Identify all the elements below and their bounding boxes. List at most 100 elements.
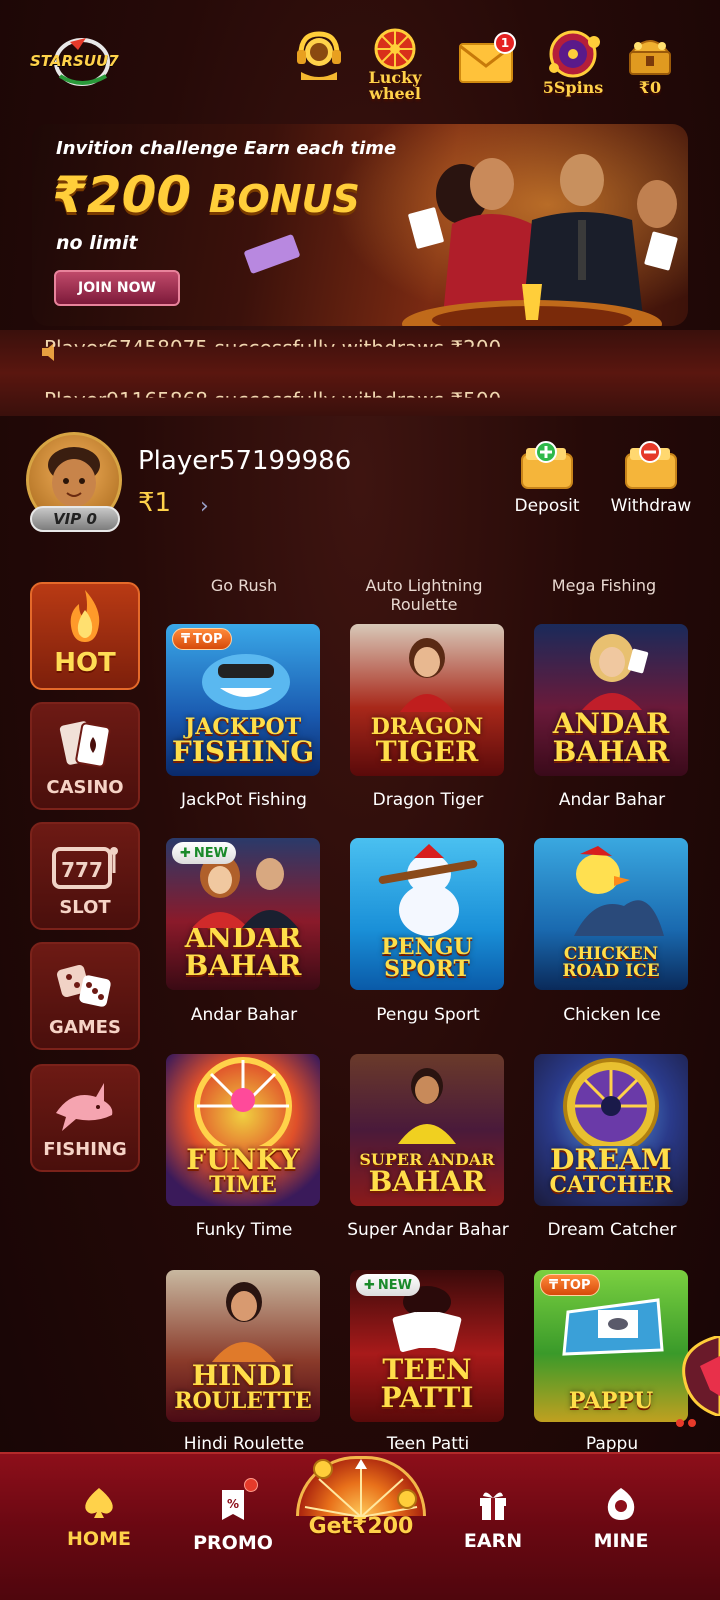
game-tile-andar-bahar[interactable]: ANDAR BAHAR bbox=[534, 624, 688, 776]
game-name[interactable]: Teen Patti bbox=[338, 1434, 518, 1454]
get-bonus-wheel[interactable] bbox=[296, 1456, 426, 1518]
prev-game-name-2[interactable]: Auto Lightning Roulette bbox=[344, 576, 504, 614]
tile-title-line2: ROAD ICE bbox=[562, 961, 660, 981]
game-name[interactable]: Pappu bbox=[522, 1434, 702, 1454]
deposit-wallet-icon bbox=[521, 441, 573, 489]
treasure-label: ₹0 bbox=[638, 78, 662, 97]
tile-title-line2: PATTI bbox=[380, 1381, 474, 1414]
category-hot[interactable]: HOT bbox=[30, 582, 140, 690]
dealer-art-icon bbox=[400, 638, 454, 712]
new-badge-label: NEW bbox=[193, 845, 229, 861]
game-tile-super-andar-bahar[interactable]: SUPER ANDAR BAHAR bbox=[350, 1054, 504, 1206]
nav-earn[interactable]: EARN bbox=[438, 1488, 548, 1552]
nav-mine[interactable]: MINE bbox=[566, 1488, 676, 1552]
game-tile-pengu-sport[interactable]: PENGU SPORT bbox=[350, 838, 504, 990]
tile-title-line2: BAHAR bbox=[552, 735, 670, 768]
nav-home-label: HOME bbox=[67, 1528, 131, 1550]
game-tile-chicken-ice[interactable]: CHICKEN ROAD ICE bbox=[534, 838, 688, 990]
category-casino[interactable]: CASINO bbox=[30, 702, 140, 810]
tile-title-line2: BAHAR bbox=[184, 949, 302, 982]
tile-title: ANDAR BAHAR bbox=[185, 924, 302, 980]
deposit-button[interactable]: Deposit bbox=[492, 440, 602, 530]
yeti-art-icon bbox=[378, 844, 478, 936]
tile-title-line2: FISHING bbox=[171, 735, 315, 768]
game-tile-pappu[interactable]: ₸ TOP PAPPU bbox=[534, 1270, 688, 1422]
tile-title-line2: TIME bbox=[209, 1172, 277, 1198]
game-name[interactable]: Super Andar Bahar bbox=[338, 1220, 518, 1240]
game-name[interactable]: Dragon Tiger bbox=[338, 790, 518, 810]
game-tile-dragon-tiger[interactable]: DRAGON TIGER bbox=[350, 624, 504, 776]
prev-game-name-1[interactable]: Go Rush bbox=[164, 576, 324, 595]
category-slot[interactable]: 777 SLOT bbox=[30, 822, 140, 930]
game-name[interactable]: Dream Catcher bbox=[522, 1220, 702, 1240]
game-tile-dream-catcher[interactable]: DREAM CATCHER bbox=[534, 1054, 688, 1206]
treasure-chest-icon bbox=[629, 40, 671, 75]
game-tile-andar-bahar-new[interactable]: ✚ NEW ANDAR BAHAR bbox=[166, 838, 320, 990]
pagination-dots bbox=[676, 1412, 700, 1431]
spade-icon bbox=[85, 1488, 113, 1518]
join-now-button[interactable]: JOIN NOW bbox=[54, 270, 180, 306]
game-name[interactable]: Chicken Ice bbox=[522, 1005, 702, 1025]
tile-title-line2: BAHAR bbox=[368, 1165, 486, 1198]
lucky-wheel-label-2: wheel bbox=[369, 84, 421, 103]
nav-home[interactable]: HOME bbox=[44, 1488, 154, 1550]
marquee-item-1: Player67458075 successfully withdraws ₹2… bbox=[44, 336, 502, 360]
withdraw-label: Withdraw bbox=[610, 496, 692, 516]
top-badge-label: TOP bbox=[193, 631, 223, 647]
game-tile-hindi-roulette[interactable]: HINDI ROULETTE bbox=[166, 1270, 320, 1422]
new-badge: ✚ NEW bbox=[172, 842, 237, 864]
game-tile-jackpot-fishing[interactable]: ₸ TOP JACKPOT FISHING bbox=[166, 624, 320, 776]
category-games-label: GAMES bbox=[49, 1017, 121, 1038]
dealer-art-icon bbox=[212, 1282, 276, 1362]
withdraw-button[interactable]: Withdraw bbox=[596, 440, 706, 530]
banner-headline: Invition challenge Earn each time bbox=[56, 138, 397, 159]
balance-value[interactable]: ₹1 bbox=[138, 488, 171, 518]
game-name[interactable]: Funky Time bbox=[154, 1220, 334, 1240]
deposit-label: Deposit bbox=[514, 496, 580, 516]
game-tile-funky-time[interactable]: FUNKY TIME bbox=[166, 1054, 320, 1206]
game-name[interactable]: Andar Bahar bbox=[154, 1005, 334, 1025]
promo-notification-dot bbox=[244, 1478, 258, 1492]
spins-button[interactable]: 5Spins bbox=[534, 28, 612, 112]
game-tile-teen-patti[interactable]: ✚ NEW TEEN PATTI bbox=[350, 1270, 504, 1422]
promo-banner[interactable]: Invition challenge Earn each time ₹200 B… bbox=[32, 124, 688, 326]
tile-title: FUNKY TIME bbox=[186, 1146, 299, 1198]
shark-art-icon bbox=[202, 654, 290, 710]
top-badge: ₸ TOP bbox=[172, 628, 232, 650]
svg-text:777: 777 bbox=[61, 858, 103, 882]
category-fishing[interactable]: FISHING bbox=[30, 1064, 140, 1172]
headset-icon bbox=[297, 31, 341, 80]
prev-game-name-3[interactable]: Mega Fishing bbox=[524, 576, 684, 595]
lucky-wheel-button[interactable]: Lucky wheel bbox=[360, 28, 430, 112]
fire-icon bbox=[70, 590, 100, 642]
chevron-right-icon[interactable]: › bbox=[200, 494, 209, 519]
banner-subline: no limit bbox=[56, 232, 138, 254]
tile-title: PAPPU bbox=[569, 1390, 653, 1412]
get-bonus-label[interactable]: Get₹200 bbox=[296, 1514, 426, 1539]
nav-promo[interactable]: % PROMO bbox=[178, 1488, 288, 1554]
floating-gem-widget-icon[interactable] bbox=[680, 1336, 720, 1416]
treasure-button[interactable]: ₹0 bbox=[618, 28, 682, 112]
logo-text: STARSUU7 bbox=[30, 52, 119, 70]
game-name[interactable]: Pengu Sport bbox=[338, 1005, 518, 1025]
category-games[interactable]: GAMES bbox=[30, 942, 140, 1050]
tile-title-line1: ANDAR bbox=[184, 921, 302, 954]
gift-icon bbox=[480, 1492, 506, 1520]
tile-title: HINDI ROULETTE bbox=[174, 1362, 312, 1413]
withdraw-marquee: Player67458075 successfully withdraws ₹2… bbox=[0, 330, 720, 416]
category-slot-label: SLOT bbox=[59, 897, 111, 918]
shark-icon bbox=[56, 1083, 113, 1131]
customer-service-button[interactable] bbox=[284, 28, 354, 112]
tile-title: JACKPOT FISHING bbox=[172, 716, 314, 766]
game-name[interactable]: JackPot Fishing bbox=[154, 790, 334, 810]
game-name[interactable]: Andar Bahar bbox=[522, 790, 702, 810]
game-name[interactable]: Hindi Roulette bbox=[154, 1434, 334, 1454]
app-logo[interactable]: STARSUU7 bbox=[30, 32, 130, 94]
spin-wheel-icon bbox=[549, 30, 600, 78]
dream-wheel-icon bbox=[563, 1058, 659, 1146]
svg-text:%: % bbox=[227, 1497, 239, 1511]
user-profile-icon bbox=[607, 1488, 635, 1520]
mail-button[interactable]: 1 bbox=[454, 28, 518, 112]
playing-cards-icon bbox=[59, 721, 111, 768]
tile-title-line2: TIGER bbox=[375, 735, 479, 768]
